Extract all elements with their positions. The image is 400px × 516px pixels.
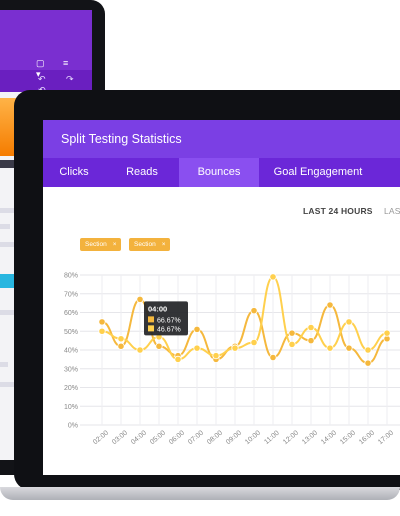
x-tick-label: 09:00 <box>225 429 243 446</box>
x-tick-label: 06:00 <box>168 429 186 446</box>
data-point <box>98 318 106 326</box>
data-point <box>307 337 315 345</box>
tooltip-value: 46.67% <box>157 326 181 333</box>
data-point <box>212 352 220 360</box>
data-point <box>364 359 372 367</box>
x-tick-label: 10:00 <box>244 429 262 446</box>
x-tick-label: 13:00 <box>301 429 319 446</box>
y-tick-label: 30% <box>64 366 78 373</box>
data-point <box>288 329 296 337</box>
y-tick-label: 40% <box>64 348 78 355</box>
y-tick-label: 70% <box>64 291 78 298</box>
data-point <box>117 342 125 350</box>
x-tick-label: 12:00 <box>282 429 300 446</box>
bounces-line-chart: 0%10%20%30%40%50%60%70%80%02:00 03:00 04:0… <box>64 273 400 446</box>
data-point <box>98 327 106 335</box>
data-point <box>250 307 258 315</box>
x-tick-label: 16:00 <box>358 429 376 446</box>
data-point <box>231 344 239 352</box>
y-tick-label: 10% <box>64 404 78 411</box>
x-tick-label: 02:00 <box>92 429 110 446</box>
tooltip-value: 66.67% <box>157 317 181 324</box>
y-tick-label: 80% <box>64 273 78 280</box>
data-point <box>345 344 353 352</box>
data-point <box>117 335 125 343</box>
x-tick-label: 04:00 <box>130 429 148 446</box>
data-point <box>345 318 353 326</box>
data-point <box>193 344 201 352</box>
data-point <box>326 344 334 352</box>
x-tick-label: 17:00 <box>377 429 395 446</box>
data-point <box>383 329 391 337</box>
tooltip-time: 04:00 <box>148 304 167 313</box>
x-tick-label: 14:00 <box>320 429 338 446</box>
x-tick-label: 15:00 <box>339 429 357 446</box>
tooltip-swatch <box>148 316 154 323</box>
x-tick-label: 03:00 <box>111 429 129 446</box>
y-tick-label: 50% <box>64 329 78 336</box>
x-tick-label: 07:00 <box>187 429 205 446</box>
data-point <box>269 353 277 362</box>
y-tick-label: 60% <box>64 310 78 317</box>
data-point <box>136 346 144 354</box>
data-point <box>307 323 315 332</box>
data-point <box>326 301 334 309</box>
tablet-line <box>0 310 14 315</box>
x-tick-label: 05:00 <box>149 429 167 446</box>
data-point <box>364 346 372 354</box>
data-point <box>136 295 144 303</box>
data-point <box>269 273 277 281</box>
x-tick-label: 08:00 <box>206 429 224 446</box>
data-point <box>155 342 163 350</box>
data-point <box>250 338 258 347</box>
y-tick-label: 20% <box>64 385 78 392</box>
x-tick-label: 11:00 <box>263 430 281 446</box>
tablet-line <box>0 224 10 229</box>
tooltip-swatch <box>148 325 154 332</box>
data-point <box>174 355 182 363</box>
data-point <box>193 325 201 333</box>
dashboard-screen: Split Testing Statistics Clicks Reads Bo… <box>43 120 400 475</box>
data-point <box>288 340 296 348</box>
y-tick-label: 0% <box>68 423 78 430</box>
tablet-line <box>0 362 8 367</box>
laptop-base <box>0 487 400 500</box>
